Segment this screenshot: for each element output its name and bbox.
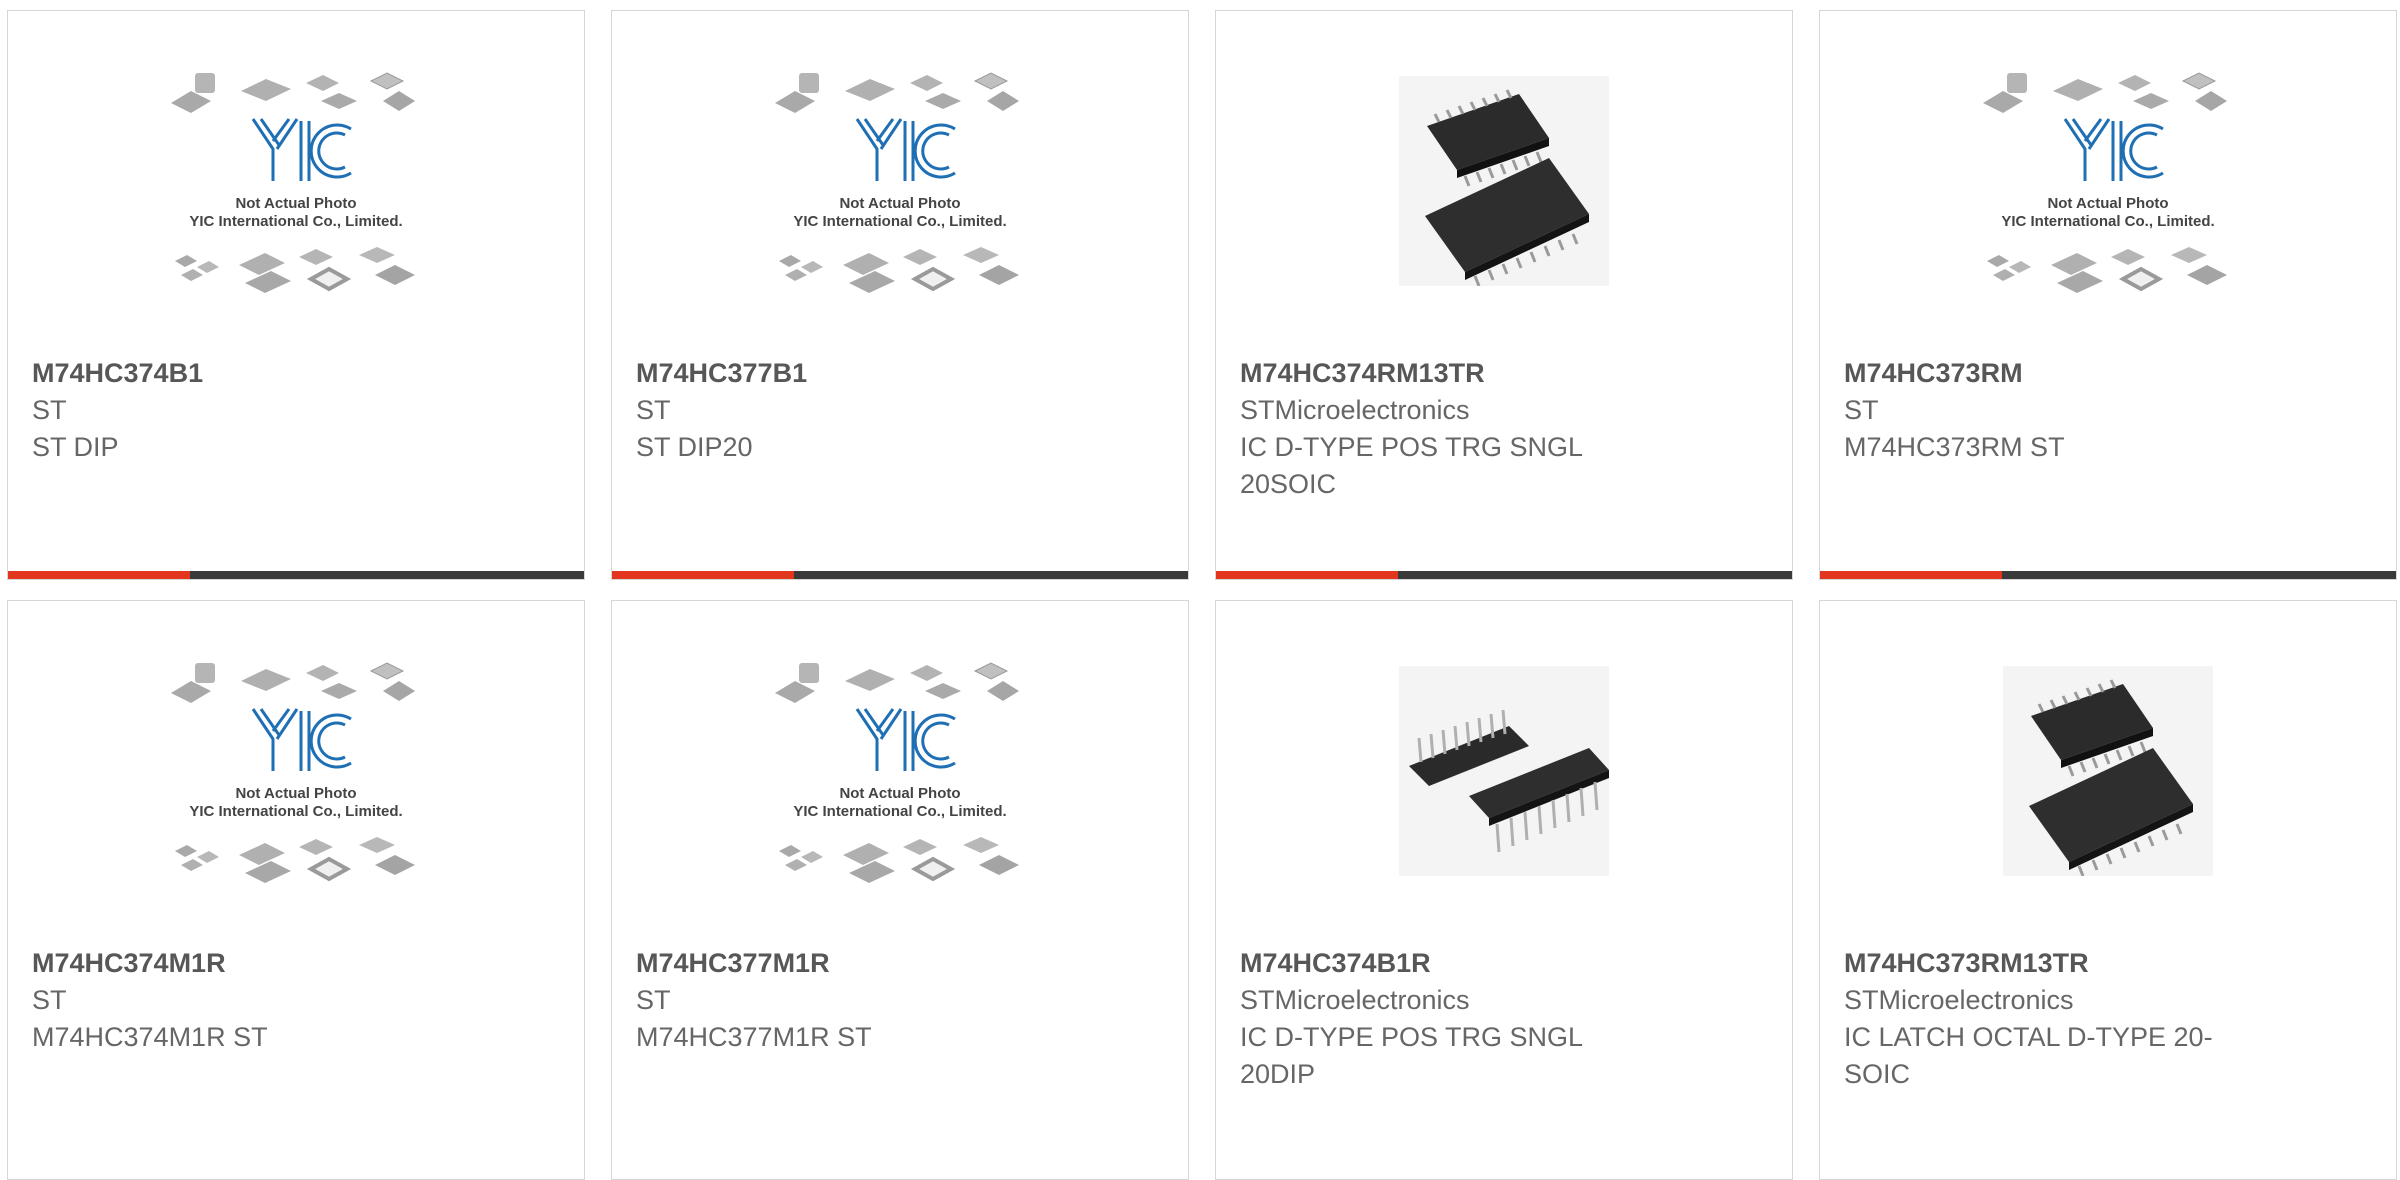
product-card[interactable]: Not Actual Photo YIC International Co., … [7, 600, 585, 1180]
placeholder-line1: Not Actual Photo [839, 785, 960, 802]
card-bar [1216, 571, 1792, 579]
soic-chip-icon [1820, 601, 2396, 941]
part-number[interactable]: M74HC374B1R [1240, 945, 1660, 982]
description: M74HC373RM ST [1844, 432, 2065, 462]
placeholder-line1: Not Actual Photo [2047, 195, 2168, 212]
card-bar [612, 571, 1188, 579]
placeholder-icon: Not Actual Photo YIC International Co., … [8, 11, 584, 351]
manufacturer: ST [1844, 395, 1879, 425]
product-card[interactable]: Not Actual Photo YIC International Co., … [7, 10, 585, 580]
description: IC LATCH OCTAL D-TYPE 20-SOIC [1844, 1022, 2213, 1089]
part-number[interactable]: M74HC374B1 [32, 355, 452, 392]
part-number[interactable]: M74HC374RM13TR [1240, 355, 1660, 392]
product-card[interactable]: M74HC374B1R STMicroelectronics IC D-TYPE… [1215, 600, 1793, 1180]
part-number[interactable]: M74HC374M1R [32, 945, 452, 982]
card-bar [8, 571, 584, 579]
placeholder-line2: YIC International Co., Limited. [793, 803, 1006, 820]
manufacturer: ST [636, 985, 671, 1015]
product-card[interactable]: M74HC373RM13TR STMicroelectronics IC LAT… [1819, 600, 2397, 1180]
manufacturer: ST [636, 395, 671, 425]
product-card[interactable]: M74HC374RM13TR STMicroelectronics IC D-T… [1215, 10, 1793, 580]
product-card[interactable]: Not Actual Photo YIC International Co., … [611, 600, 1189, 1180]
manufacturer: STMicroelectronics [1240, 395, 1470, 425]
description: M74HC374M1R ST [32, 1022, 268, 1052]
product-card[interactable]: Not Actual Photo YIC International Co., … [1819, 10, 2397, 580]
card-bar [1820, 571, 2396, 579]
dip-chip-icon [1216, 601, 1792, 941]
product-card[interactable]: Not Actual Photo YIC International Co., … [611, 10, 1189, 580]
product-grid: Not Actual Photo YIC International Co., … [0, 0, 2400, 1180]
placeholder-line1: Not Actual Photo [235, 195, 356, 212]
part-number[interactable]: M74HC377B1 [636, 355, 1056, 392]
part-number[interactable]: M74HC373RM13TR [1844, 945, 2264, 982]
part-number[interactable]: M74HC373RM [1844, 355, 2264, 392]
description: ST DIP [32, 432, 119, 462]
placeholder-icon: Not Actual Photo YIC International Co., … [612, 601, 1188, 941]
manufacturer: ST [32, 985, 67, 1015]
placeholder-line1: Not Actual Photo [235, 785, 356, 802]
description: ST DIP20 [636, 432, 753, 462]
part-number[interactable]: M74HC377M1R [636, 945, 1056, 982]
placeholder-icon: Not Actual Photo YIC International Co., … [612, 11, 1188, 351]
placeholder-line2: YIC International Co., Limited. [189, 213, 402, 230]
placeholder-line2: YIC International Co., Limited. [793, 213, 1006, 230]
placeholder-line1: Not Actual Photo [839, 195, 960, 212]
manufacturer: ST [32, 395, 67, 425]
description: M74HC377M1R ST [636, 1022, 872, 1052]
manufacturer: STMicroelectronics [1844, 985, 2074, 1015]
soic-chip-icon [1216, 11, 1792, 351]
manufacturer: STMicroelectronics [1240, 985, 1470, 1015]
description: IC D-TYPE POS TRG SNGL 20DIP [1240, 1022, 1583, 1089]
placeholder-line2: YIC International Co., Limited. [189, 803, 402, 820]
placeholder-icon: Not Actual Photo YIC International Co., … [1820, 11, 2396, 351]
placeholder-line2: YIC International Co., Limited. [2001, 213, 2214, 230]
description: IC D-TYPE POS TRG SNGL 20SOIC [1240, 432, 1583, 499]
placeholder-icon: Not Actual Photo YIC International Co., … [8, 601, 584, 941]
